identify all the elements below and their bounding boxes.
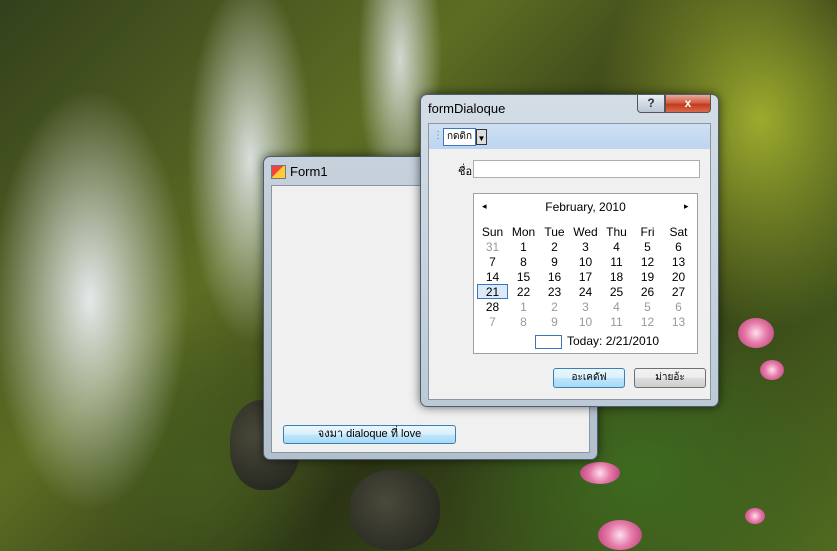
calendar-day[interactable]: 4 <box>601 239 632 254</box>
calendar-day[interactable]: 1 <box>508 299 539 314</box>
background-flower <box>760 360 784 380</box>
calendar-day[interactable]: 17 <box>570 269 601 284</box>
calendar-day[interactable]: 5 <box>632 299 663 314</box>
background-flower <box>738 318 774 348</box>
calendar-day[interactable]: 31 <box>477 239 508 254</box>
calendar-day[interactable]: 23 <box>539 284 570 299</box>
calendar-week-row: 31 1 2 3 4 5 6 <box>477 239 694 254</box>
calendar-day[interactable]: 1 <box>508 239 539 254</box>
calendar-day[interactable]: 5 <box>632 239 663 254</box>
calendar-week-row: 7 8 9 10 11 12 13 <box>477 254 694 269</box>
calendar-day[interactable]: 9 <box>539 254 570 269</box>
calendar-day[interactable]: 6 <box>663 239 694 254</box>
cancel-button[interactable]: ม่ายอ้ะ <box>634 368 706 388</box>
calendar-day[interactable]: 2 <box>539 239 570 254</box>
weekday-label: Mon <box>511 224 536 239</box>
calendar-day[interactable]: 3 <box>570 299 601 314</box>
weekday-label: Sat <box>669 224 688 239</box>
calendar-day[interactable]: 12 <box>632 314 663 329</box>
today-link[interactable]: Today: 2/21/2010 <box>567 334 659 348</box>
calendar-day[interactable]: 7 <box>477 314 508 329</box>
calendar-day[interactable]: 10 <box>570 254 601 269</box>
dialog-client-area: ⋮ กดดิก ▼ ชื่อ February, 2010 ◂ ▸ Sun Mo… <box>428 123 711 400</box>
calendar-day[interactable]: 20 <box>663 269 694 284</box>
calendar-day[interactable]: 13 <box>663 314 694 329</box>
calendar-grid: Sun Mon Tue Wed Thu Fri Sat 31 1 2 3 4 5… <box>477 224 694 329</box>
name-label: ชื่อ <box>458 166 473 178</box>
form-app-icon <box>271 165 286 179</box>
calendar-day[interactable]: 28 <box>477 299 508 314</box>
open-dialog-button[interactable]: จงมา dialoque ที่ love <box>283 425 456 444</box>
calendar-day[interactable]: 10 <box>570 314 601 329</box>
background-flower <box>598 520 642 550</box>
calendar-day[interactable]: 7 <box>477 254 508 269</box>
calendar-day[interactable]: 19 <box>632 269 663 284</box>
next-month-icon[interactable]: ▸ <box>684 201 689 212</box>
calendar-day[interactable]: 3 <box>570 239 601 254</box>
calendar-day[interactable]: 22 <box>508 284 539 299</box>
toolstrip-button[interactable]: กดดิก <box>443 128 477 146</box>
calendar-day[interactable]: 24 <box>570 284 601 299</box>
calendar-day[interactable]: 12 <box>632 254 663 269</box>
help-button[interactable]: ? <box>637 95 665 113</box>
calendar-day[interactable]: 15 <box>508 269 539 284</box>
weekday-label: Thu <box>606 224 627 239</box>
month-calendar[interactable]: February, 2010 ◂ ▸ Sun Mon Tue Wed Thu F… <box>473 193 698 354</box>
calendar-day[interactable]: 11 <box>601 254 632 269</box>
calendar-month-label: February, 2010 <box>545 200 626 214</box>
close-button[interactable]: x <box>665 95 711 113</box>
calendar-day[interactable]: 8 <box>508 254 539 269</box>
calendar-day[interactable]: 8 <box>508 314 539 329</box>
weekday-label: Wed <box>573 224 598 239</box>
calendar-day[interactable]: 11 <box>601 314 632 329</box>
calendar-week-row: 14 15 16 17 18 19 20 <box>477 269 694 284</box>
calendar-day[interactable]: 25 <box>601 284 632 299</box>
weekday-label: Tue <box>544 224 565 239</box>
ok-button[interactable]: อะเคดัฟ <box>553 368 625 388</box>
today-marker-icon <box>535 335 562 349</box>
form-dialoque-window: formDialoque ? x ⋮ กดดิก ▼ ชื่อ February… <box>420 94 719 407</box>
toolstrip-grip-icon[interactable]: ⋮ <box>433 130 443 141</box>
calendar-day[interactable]: 27 <box>663 284 694 299</box>
calendar-week-row: 21 22 23 24 25 26 27 <box>477 284 694 299</box>
weekday-label: Sun <box>481 224 504 239</box>
dropdown-arrow-icon[interactable]: ▼ <box>476 129 487 145</box>
calendar-day[interactable]: 4 <box>601 299 632 314</box>
background-flower <box>580 462 620 484</box>
toolstrip: ⋮ กดดิก ▼ <box>429 124 710 149</box>
calendar-day[interactable]: 6 <box>663 299 694 314</box>
calendar-day[interactable]: 16 <box>539 269 570 284</box>
calendar-week-row: 28 1 2 3 4 5 6 <box>477 299 694 314</box>
calendar-day[interactable]: 26 <box>632 284 663 299</box>
calendar-day-selected[interactable]: 21 <box>477 284 508 299</box>
calendar-day[interactable]: 14 <box>477 269 508 284</box>
calendar-day[interactable]: 2 <box>539 299 570 314</box>
name-field[interactable] <box>473 160 700 178</box>
form1-title: Form1 <box>290 164 328 179</box>
background-rock <box>350 470 440 550</box>
calendar-day[interactable]: 13 <box>663 254 694 269</box>
calendar-week-row: 7 8 9 10 11 12 13 <box>477 314 694 329</box>
background-flower <box>745 508 765 524</box>
weekday-header-row: Sun Mon Tue Wed Thu Fri Sat <box>477 224 694 239</box>
calendar-day[interactable]: 9 <box>539 314 570 329</box>
calendar-header: February, 2010 ◂ ▸ <box>474 200 697 216</box>
dialog-title: formDialoque <box>428 101 506 116</box>
prev-month-icon[interactable]: ◂ <box>482 201 487 212</box>
weekday-label: Fri <box>640 224 655 239</box>
calendar-day[interactable]: 18 <box>601 269 632 284</box>
